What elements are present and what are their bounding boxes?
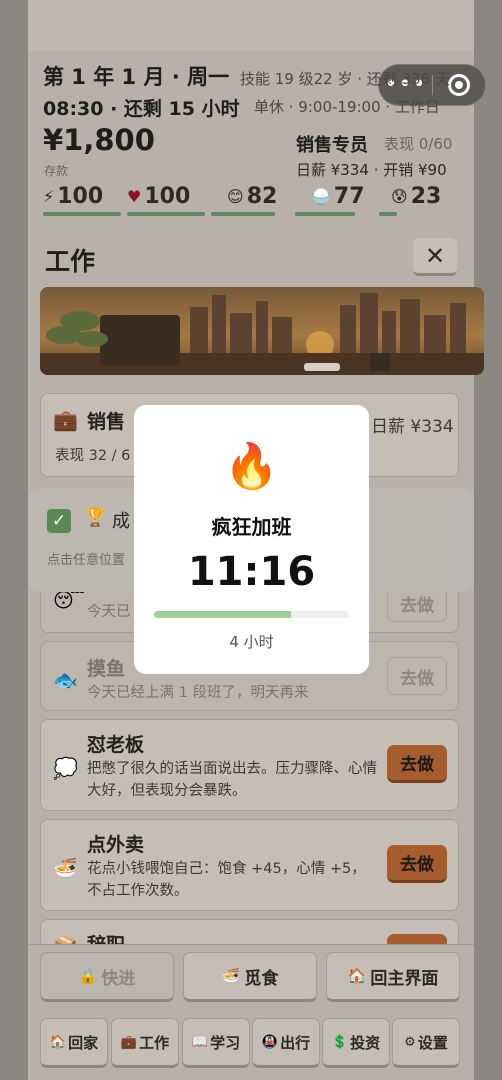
modal-clock: 11:16: [187, 549, 316, 595]
money-amount: ¥1,800: [43, 123, 155, 157]
home-icon: 🏠: [49, 1034, 67, 1050]
forage-button[interactable]: 🍜 觅食: [183, 952, 317, 1002]
top-bar: [28, 0, 474, 50]
stress-value: 23: [410, 184, 442, 209]
stress-stat: 😰 23: [379, 184, 457, 220]
metro-icon: 🚇: [261, 1034, 279, 1050]
job-card-pay: 日薪 ¥334: [371, 417, 454, 437]
order-takeout-desc: 花点小钱喂饱自己：饱食 +45，心情 +5，不占工作次数。: [87, 861, 366, 899]
book-icon: 📖: [191, 1034, 209, 1050]
nav-invest[interactable]: 💲 投资: [322, 1018, 390, 1068]
energy-bar: [43, 212, 121, 216]
stress-bar: [379, 212, 397, 216]
satiety-stat: 🍚 77: [295, 184, 373, 220]
slack-off-desc: 今天已经上满 1 段班了，明天再来: [87, 685, 309, 701]
confront-boss-name: 怼老板: [87, 734, 145, 756]
work-title: 工作: [45, 247, 96, 276]
overtime-modal: 🔥 疯狂加班 11:16 4 小时: [134, 405, 369, 674]
slack-off-name: 摸鱼: [87, 658, 126, 680]
savings-label: 存款: [44, 164, 69, 178]
health-stat: ♥ 100: [127, 184, 205, 220]
energy-icon: ⚡: [43, 187, 55, 206]
health-value: 100: [144, 184, 191, 209]
job-performance: 表现 0/60: [384, 135, 453, 153]
nav-home[interactable]: 🏠 回家: [40, 1018, 108, 1068]
main-menu-label: 回主界面: [370, 968, 439, 989]
gear-icon: ⚙: [404, 1034, 416, 1050]
order-takeout-name: 点外卖: [87, 834, 145, 856]
nav-work-label: 工作: [139, 1033, 170, 1052]
game-date: 第 1 年 1 月 · 周一: [43, 65, 230, 89]
satiety-value: 77: [333, 184, 365, 209]
skill-age-info: 技能 19 级22 岁 · 还剩 336 天: [240, 70, 450, 88]
fire-icon: 🔥: [224, 441, 279, 492]
office-scene-illustration: [40, 287, 484, 375]
order-takeout-do-button[interactable]: 去做: [387, 845, 447, 883]
trophy-icon: 🏆: [84, 507, 107, 528]
job-card-perf: 表现 32 / 6: [55, 448, 131, 464]
target-icon: [447, 74, 470, 96]
mood-bar: [211, 212, 275, 216]
satiety-bar: [295, 212, 356, 216]
heart-icon: ♥: [127, 187, 142, 206]
close-button[interactable]: ✕: [413, 238, 457, 276]
forage-label: 觅食: [244, 968, 279, 989]
fast-forward-button[interactable]: 🔒 快进: [40, 952, 174, 1002]
briefcase-icon: 💼: [120, 1034, 138, 1050]
dollar-icon: 💲: [331, 1034, 349, 1050]
nav-travel-label: 出行: [280, 1033, 311, 1052]
smile-icon: 😊: [227, 187, 244, 206]
overtime-progress-bar: [154, 611, 349, 618]
nav-settings[interactable]: ⚙ 设置: [392, 1018, 460, 1068]
mood-value: 82: [246, 184, 278, 209]
fish-icon: 🐟: [53, 668, 78, 692]
toast-hint: 点击任意位置: [47, 553, 126, 568]
modal-title: 疯狂加班: [211, 515, 292, 539]
job-pay: 日薪 ¥334 · 开销 ¥90: [296, 161, 447, 179]
noodle-bowl-icon: 🍜: [53, 856, 78, 880]
noodle-icon: 🍜: [221, 967, 241, 985]
fast-forward-label: 快进: [101, 968, 136, 989]
nav-work[interactable]: 💼 工作: [111, 1018, 179, 1068]
main-menu-button[interactable]: 🏠 回主界面: [326, 952, 460, 1002]
modal-duration: 4 小时: [229, 633, 274, 651]
health-bar: [127, 212, 205, 216]
toast-message: 成: [112, 511, 130, 532]
checkbox-icon: ✓: [47, 509, 71, 533]
nav-travel[interactable]: 🚇 出行: [252, 1018, 320, 1068]
job-title: 销售专员: [296, 135, 368, 156]
office-scene-image: [40, 287, 484, 375]
slack-off-do-button[interactable]: 去做: [387, 657, 447, 695]
speech-bubble-icon: 💭: [53, 756, 78, 780]
job-card-name: 销售: [87, 411, 126, 433]
anxious-face-icon: 😰: [391, 187, 408, 206]
rice-bowl-icon: 🍚: [311, 187, 331, 206]
overtime-progress-fill: [154, 611, 291, 618]
house-icon: 🏠: [347, 967, 367, 985]
game-time: 08:30 · 还剩 15 小时: [43, 98, 240, 120]
nav-study-label: 学习: [210, 1033, 241, 1052]
nav-home-label: 回家: [68, 1033, 99, 1052]
lock-icon: 🔒: [78, 967, 98, 985]
energy-value: 100: [57, 184, 104, 209]
confront-boss-card: 💭 怼老板 把憋了很久的话当面说出去。压力骤降、心情大好，但表现分会暴跌。 去做: [40, 719, 459, 811]
nav-invest-label: 投资: [350, 1033, 381, 1052]
energy-stat: ⚡ 100: [43, 184, 121, 220]
briefcase-icon: 💼: [53, 408, 78, 432]
confront-boss-do-button[interactable]: 去做: [387, 745, 447, 783]
mood-stat: 😊 82: [211, 184, 289, 220]
nav-settings-label: 设置: [417, 1033, 448, 1052]
confront-boss-desc: 把憋了很久的话当面说出去。压力骤降、心情大好，但表现分会暴跌。: [87, 761, 377, 799]
nav-study[interactable]: 📖 学习: [182, 1018, 250, 1068]
work-schedule: 单休 · 9:00-19:00 · 工作日: [254, 98, 440, 116]
order-takeout-card: 🍜 点外卖 花点小钱喂饱自己：饱食 +45，心情 +5，不占工作次数。 去做: [40, 819, 459, 911]
